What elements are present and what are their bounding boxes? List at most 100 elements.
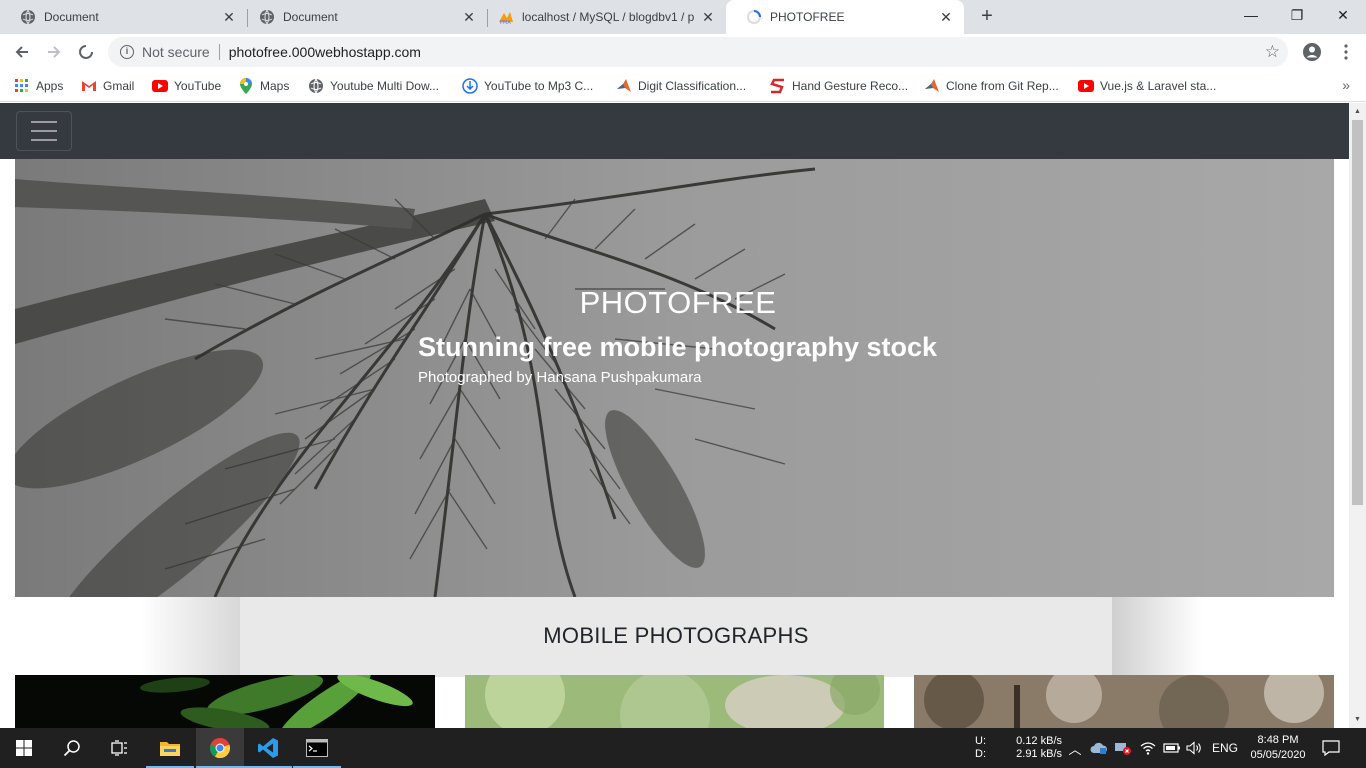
- page-scrollbar[interactable]: ▲ ▼: [1349, 103, 1366, 728]
- tab-title: localhost / MySQL / blogdbv1 / p: [522, 10, 695, 24]
- start-icon: [16, 740, 32, 756]
- info-icon[interactable]: i: [120, 45, 134, 59]
- scroll-down-arrow-icon[interactable]: ▼: [1349, 711, 1366, 728]
- scrollbar-thumb[interactable]: [1352, 120, 1363, 505]
- youtube-icon: [1078, 78, 1094, 94]
- section-title: MOBILE PHOTOGRAPHS: [543, 623, 809, 648]
- close-tab-icon[interactable]: ✕: [221, 9, 237, 25]
- vscode-taskbar-button[interactable]: [244, 728, 292, 768]
- terminal-taskbar-button[interactable]: [293, 728, 341, 768]
- volume-icon[interactable]: [1186, 728, 1204, 768]
- task-view-button[interactable]: [96, 728, 144, 768]
- security-label: Not secure: [142, 44, 210, 60]
- search-button[interactable]: [48, 728, 96, 768]
- hero-subtitle: Stunning free mobile photography stock: [418, 332, 938, 362]
- bookmark-label: Hand Gesture Reco...: [792, 79, 909, 93]
- bookmark-maps[interactable]: Maps: [238, 76, 289, 96]
- svg-text:PMA: PMA: [500, 20, 511, 25]
- tab-title: PHOTOFREE: [770, 10, 845, 24]
- bookmark-clone-from-git[interactable]: Clone from Git Rep...: [924, 76, 1059, 96]
- clock-time: 8:48 PM: [1257, 734, 1299, 746]
- bookmark-star-icon[interactable]: ☆: [1265, 42, 1280, 62]
- bookmark-gmail[interactable]: Gmail: [81, 76, 134, 96]
- photo-card-trees[interactable]: [914, 675, 1334, 728]
- battery-icon[interactable]: [1163, 728, 1181, 768]
- minimize-button[interactable]: —: [1228, 0, 1274, 30]
- show-hidden-icons-button[interactable]: ︿: [1068, 728, 1082, 768]
- url-text[interactable]: photofree.000webhostapp.com: [229, 44, 421, 60]
- address-bar[interactable]: i Not secure photofree.000webhostapp.com…: [108, 37, 1288, 67]
- bookmark-youtube-to-mp3[interactable]: YouTube to Mp3 C...: [462, 76, 593, 96]
- close-tab-icon[interactable]: ✕: [461, 9, 477, 25]
- file-explorer-button[interactable]: [146, 728, 194, 768]
- bookmark-vue-laravel[interactable]: Vue.js & Laravel sta...: [1078, 76, 1216, 96]
- hero-caption: PHOTOFREE Stunning free mobile photograp…: [418, 285, 938, 386]
- net-speed-values: 0.12 kB/s 2.91 kB/s: [1014, 728, 1062, 768]
- tab-document-2[interactable]: Document ✕: [239, 0, 487, 34]
- stop-loading-button[interactable]: [72, 38, 100, 66]
- bookmarks-overflow-icon[interactable]: »: [1342, 77, 1350, 93]
- back-button[interactable]: [8, 38, 36, 66]
- page-viewport: PHOTOFREE Stunning free mobile photograp…: [0, 103, 1349, 728]
- wifi-icon[interactable]: [1140, 728, 1156, 768]
- loading-spinner-icon: [79, 45, 93, 59]
- youtube-icon: [152, 78, 168, 94]
- profile-button[interactable]: [1298, 38, 1326, 66]
- globe-icon: [259, 9, 275, 25]
- net-down-value: 2.91 kB/s: [1016, 748, 1062, 760]
- hero-banner: PHOTOFREE Stunning free mobile photograp…: [15, 159, 1334, 597]
- close-tab-icon[interactable]: ✕: [938, 9, 954, 25]
- bookmark-digit-classification[interactable]: Digit Classification...: [616, 76, 746, 96]
- matlab-icon: [924, 78, 940, 94]
- tab-document-1[interactable]: Document ✕: [0, 0, 247, 34]
- close-window-button[interactable]: ✕: [1320, 0, 1366, 30]
- clock[interactable]: 8:48 PM 05/05/2020: [1246, 728, 1310, 768]
- chrome-menu-button[interactable]: [1332, 38, 1360, 66]
- photo-card-bokeh[interactable]: [465, 675, 884, 728]
- bookmarks-bar: Apps Gmail YouTube Maps Youtube Multi Do…: [0, 70, 1366, 102]
- forward-arrow-icon: [48, 46, 61, 58]
- photo-card-leaves[interactable]: [15, 675, 435, 728]
- scroll-up-arrow-icon[interactable]: ▲: [1349, 103, 1366, 120]
- matlab-icon: [616, 78, 632, 94]
- close-tab-icon[interactable]: ✕: [700, 9, 716, 25]
- leaf-photo: [15, 675, 435, 728]
- maximize-button[interactable]: ❐: [1274, 0, 1320, 30]
- network-error-icon[interactable]: [1114, 728, 1132, 768]
- net-up-value: 0.12 kB/s: [1016, 735, 1062, 747]
- language-indicator[interactable]: ENG: [1212, 728, 1238, 768]
- onedrive-icon[interactable]: [1090, 728, 1108, 768]
- hamburger-line: [31, 121, 57, 123]
- navbar-toggler-button[interactable]: [16, 111, 72, 151]
- net-up-label: U:: [975, 735, 986, 747]
- gmail-icon: [81, 78, 97, 94]
- bookmark-youtube-multi-dow[interactable]: Youtube Multi Dow...: [308, 76, 439, 96]
- bookmark-apps[interactable]: Apps: [14, 76, 63, 96]
- bookmark-label: Digit Classification...: [638, 79, 747, 93]
- start-button[interactable]: [0, 728, 48, 768]
- bookmark-label: Maps: [260, 79, 290, 93]
- forward-button[interactable]: [40, 38, 68, 66]
- tab-title: Document: [44, 10, 99, 24]
- back-arrow-icon: [15, 46, 28, 58]
- tab-photofree[interactable]: PHOTOFREE ✕: [726, 0, 964, 34]
- task-view-icon: [111, 740, 127, 756]
- chrome-taskbar-button[interactable]: [196, 728, 244, 768]
- bookmark-label: Apps: [36, 79, 64, 93]
- phpmyadmin-icon: PMA: [498, 9, 514, 25]
- bookmark-hand-gesture[interactable]: Hand Gesture Reco...: [770, 76, 908, 96]
- net-speed-labels: U: D:: [975, 728, 986, 768]
- omnibox-divider: [218, 44, 220, 60]
- bookmark-youtube[interactable]: YouTube: [152, 76, 221, 96]
- globe-icon: [20, 9, 36, 25]
- hamburger-line: [31, 139, 57, 141]
- action-center-button[interactable]: [1322, 728, 1340, 768]
- hamburger-line: [31, 130, 57, 132]
- new-tab-button[interactable]: +: [976, 6, 998, 28]
- section-shadow-left: [140, 597, 240, 677]
- trees-photo: [914, 675, 1334, 728]
- bokeh-photo: [465, 675, 884, 728]
- tab-phpmyadmin[interactable]: PMA localhost / MySQL / blogdbv1 / p ✕: [478, 0, 726, 34]
- vscode-icon: [258, 738, 278, 758]
- clock-date: 05/05/2020: [1250, 749, 1306, 761]
